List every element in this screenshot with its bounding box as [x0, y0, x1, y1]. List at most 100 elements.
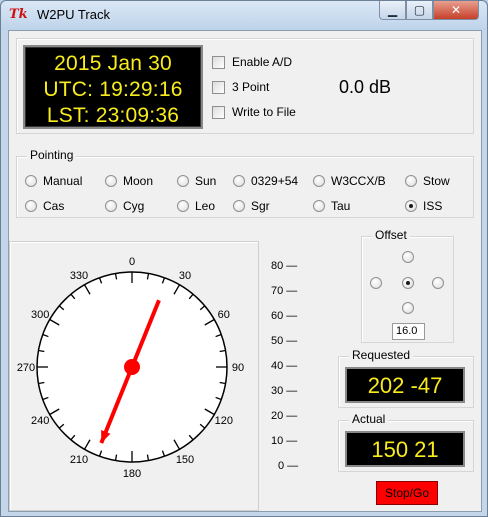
radio-label: W3CCX/B — [331, 174, 386, 188]
close-icon: ✕ — [450, 3, 462, 17]
pointing-option-moon[interactable]: Moon — [105, 174, 153, 188]
elevation-tick-label: 70 — — [271, 285, 298, 297]
offset-up-radio[interactable] — [402, 251, 414, 263]
pointing-option-cas[interactable]: Cas — [25, 199, 64, 213]
enable-ad-checkbox[interactable]: Enable A/D — [212, 55, 292, 69]
pointing-option-w3ccx-b[interactable]: W3CCX/B — [313, 174, 386, 188]
radio-label: Tau — [331, 199, 351, 213]
pointing-option-manual[interactable]: Manual — [25, 174, 82, 188]
offset-down-radio[interactable] — [402, 302, 414, 314]
radio-button[interactable] — [177, 200, 189, 212]
lst-readout: LST: 23:09:36 — [46, 104, 180, 127]
date-readout: 2015 Jan 30 — [54, 52, 172, 75]
radio-button[interactable] — [233, 200, 245, 212]
dial-label: 90 — [232, 362, 244, 374]
offset-right-radio[interactable] — [432, 277, 444, 289]
elevation-tick-label: 50 — — [271, 335, 298, 347]
radio-button[interactable] — [105, 200, 117, 212]
radio-label: Sun — [195, 174, 217, 188]
pointing-option-sun[interactable]: Sun — [177, 174, 216, 188]
offset-label: Offset — [372, 228, 410, 242]
main-window: Tk W2PU Track ▁ ▢ ✕ 2015 Jan 30 UTC: 19:… — [0, 0, 488, 517]
dial-label: 0 — [129, 256, 135, 268]
elevation-tick-label: 30 — — [271, 385, 298, 397]
three-point-label: 3 Point — [232, 80, 270, 94]
actual-display: 150 21 — [345, 431, 465, 467]
radio-label: Cyg — [123, 199, 145, 213]
dial-panel: 0 30 60 90 120 150 180 210 240 270 300 330 — [9, 241, 259, 511]
radio-label: Moon — [123, 174, 154, 188]
radio-button[interactable] — [313, 175, 325, 187]
radio-button[interactable] — [105, 175, 117, 187]
dial-label: 240 — [31, 415, 49, 427]
utc-readout: UTC: 19:29:16 — [43, 78, 183, 101]
dial-label: 330 — [70, 270, 88, 282]
dial-label: 180 — [123, 468, 141, 480]
pointing-label: Pointing — [27, 148, 77, 162]
enable-ad-label: Enable A/D — [232, 55, 293, 69]
pointing-option-leo[interactable]: Leo — [177, 199, 215, 213]
dial-label: 30 — [179, 270, 191, 282]
offset-left-radio[interactable] — [370, 277, 382, 289]
client-area: 2015 Jan 30 UTC: 19:29:16 LST: 23:09:36 … — [8, 30, 482, 512]
checkbox-box[interactable] — [212, 55, 225, 69]
write-to-file-checkbox[interactable]: Write to File — [212, 105, 296, 119]
clock-display: 2015 Jan 30 UTC: 19:29:16 LST: 23:09:36 — [23, 45, 203, 129]
minimize-button[interactable]: ▁ — [379, 1, 406, 20]
radio-label: Manual — [43, 174, 83, 188]
pointing-option-cyg[interactable]: Cyg — [105, 199, 144, 213]
pointing-option-sgr[interactable]: Sgr — [233, 199, 270, 213]
pointing-option-stow[interactable]: Stow — [405, 174, 450, 188]
maximize-button[interactable]: ▢ — [406, 1, 433, 20]
elevation-tick-label: 40 — — [271, 360, 298, 372]
maximize-icon: ▢ — [413, 3, 426, 17]
radio-label: Stow — [423, 174, 450, 188]
pointing-group: Pointing Manual Moon Sun 0329+54 W3CCX/B Stow… — [16, 148, 474, 218]
minimize-icon: ▁ — [387, 3, 398, 17]
write-to-file-label: Write to File — [232, 105, 296, 119]
azimuth-dial: 0 30 60 90 120 150 180 210 240 270 300 330 — [17, 256, 244, 480]
radio-button[interactable] — [177, 175, 189, 187]
elevation-tick-label: 10 — — [271, 435, 298, 447]
elevation-tick-label: 60 — — [271, 310, 298, 322]
checkbox-box[interactable] — [212, 80, 225, 94]
checkbox-box[interactable] — [212, 105, 225, 119]
three-point-checkbox[interactable]: 3 Point — [212, 80, 269, 94]
elevation-tick-label: 80 — — [271, 260, 298, 272]
dial-label: 150 — [176, 454, 194, 466]
title-bar[interactable]: Tk W2PU Track ▁ ▢ ✕ — [1, 1, 487, 30]
radio-label: Leo — [195, 199, 216, 213]
radio-button[interactable] — [313, 200, 325, 212]
radio-label: Sgr — [251, 199, 270, 213]
dial-label: 210 — [70, 454, 88, 466]
dial-label: 300 — [31, 309, 49, 321]
pointing-option-iss[interactable]: ISS — [405, 199, 442, 213]
pointing-option-0329-54[interactable]: 0329+54 — [233, 174, 298, 188]
status-group: 2015 Jan 30 UTC: 19:29:16 LST: 23:09:36 … — [16, 38, 474, 134]
requested-label: Requested — [349, 348, 414, 362]
offset-input[interactable]: 16.0 — [392, 323, 425, 340]
radio-button[interactable] — [25, 175, 37, 187]
radio-button[interactable] — [25, 200, 37, 212]
radio-label: 0329+54 — [251, 174, 299, 188]
radio-label: Cas — [43, 199, 65, 213]
radio-button[interactable] — [233, 175, 245, 187]
elevation-tick-label: 0 — — [278, 460, 299, 472]
stop-go-button[interactable]: Stop/Go — [376, 481, 438, 505]
level-readout: 0.0 dB — [339, 77, 392, 97]
radio-button[interactable] — [405, 200, 417, 212]
close-button[interactable]: ✕ — [433, 1, 479, 20]
window-title: W2PU Track — [37, 7, 110, 22]
offset-center-radio[interactable] — [402, 277, 414, 289]
radio-button[interactable] — [405, 175, 417, 187]
dial-label: 120 — [215, 415, 233, 427]
actual-group: Actual 150 21 — [338, 412, 474, 472]
dial-label: 270 — [17, 362, 35, 374]
requested-group: Requested 202 -47 — [338, 348, 474, 408]
needle-hub — [124, 359, 140, 375]
tk-icon: Tk — [9, 7, 28, 22]
pointing-option-tau[interactable]: Tau — [313, 199, 350, 213]
requested-display: 202 -47 — [345, 367, 465, 403]
elevation-tick-label: 20 — — [271, 410, 298, 422]
radio-label: ISS — [423, 199, 443, 213]
